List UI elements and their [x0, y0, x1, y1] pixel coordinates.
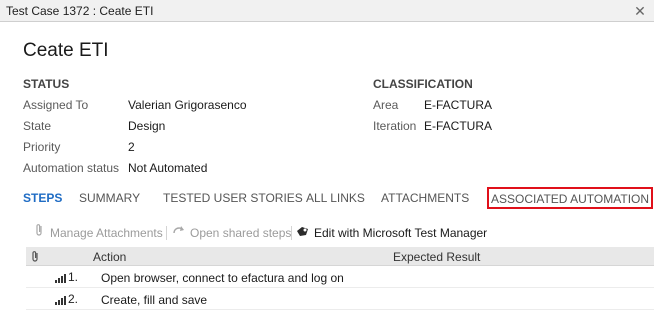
iteration-value[interactable]: E-FACTURA — [424, 119, 492, 133]
step-action[interactable]: Create, fill and save — [101, 293, 207, 307]
step-number: 2. — [68, 292, 79, 306]
shared-steps-icon — [172, 222, 186, 244]
priority-label: Priority — [23, 140, 61, 154]
area-value[interactable]: E-FACTURA — [424, 98, 492, 112]
tab-all-links[interactable]: ALL LINKS — [306, 186, 365, 210]
action-column-header[interactable]: Action — [93, 250, 126, 264]
table-row[interactable]: 1. Open browser, connect to efactura and… — [26, 266, 654, 288]
state-value[interactable]: Design — [128, 119, 165, 133]
page-title[interactable]: Ceate ETI — [23, 40, 109, 62]
window-title: Test Case 1372 : Ceate ETI — [6, 4, 154, 18]
assigned-to-value[interactable]: Valerian Grigorasenco — [128, 98, 247, 112]
tab-summary[interactable]: SUMMARY — [79, 186, 140, 210]
steps-toolbar: Manage Attachments Open shared steps Edi… — [26, 222, 654, 244]
tab-bar: STEPS SUMMARY TESTED USER STORIES ALL LI… — [0, 186, 654, 212]
toolbar-divider — [291, 226, 292, 240]
steps-grid: Action Expected Result 1. Open browser, … — [26, 247, 654, 311]
toolbar-divider — [166, 226, 167, 240]
area-label: Area — [373, 98, 399, 112]
window-titlebar: Test Case 1372 : Ceate ETI ✕ — [0, 0, 654, 22]
tab-tested-user-stories[interactable]: TESTED USER STORIES — [163, 186, 303, 210]
attachment-column-icon — [30, 250, 40, 266]
automation-status-label: Automation status — [23, 161, 120, 175]
manage-attachments-button[interactable]: Manage Attachments — [32, 222, 163, 244]
state-label: State — [23, 119, 52, 133]
priority-value[interactable]: 2 — [128, 140, 135, 154]
manage-attachments-label: Manage Attachments — [50, 226, 163, 240]
step-bars-icon — [55, 272, 67, 283]
open-shared-steps-label: Open shared steps — [190, 226, 292, 240]
status-heading: STATUS — [23, 77, 70, 91]
step-bars-icon — [55, 294, 67, 305]
edit-with-mtm-label: Edit with Microsoft Test Manager — [314, 226, 488, 240]
open-shared-steps-button[interactable]: Open shared steps — [172, 222, 291, 244]
tab-associated-automation[interactable]: ASSOCIATED AUTOMATION — [487, 187, 654, 209]
expected-result-column-header[interactable]: Expected Result — [393, 250, 480, 264]
table-row[interactable]: 2. Create, fill and save — [26, 288, 654, 310]
steps-grid-header: Action Expected Result — [26, 247, 654, 266]
mtm-icon — [296, 222, 310, 244]
automation-status-value: Not Automated — [128, 161, 208, 175]
iteration-label: Iteration — [373, 119, 417, 133]
close-icon[interactable]: ✕ — [632, 3, 648, 19]
classification-heading: CLASSIFICATION — [373, 77, 473, 91]
step-number: 1. — [68, 270, 79, 284]
edit-with-mtm-button[interactable]: Edit with Microsoft Test Manager — [296, 222, 487, 244]
step-action[interactable]: Open browser, connect to efactura and lo… — [101, 271, 344, 285]
assigned-to-label: Assigned To — [23, 98, 89, 112]
tab-attachments[interactable]: ATTACHMENTS — [381, 186, 469, 210]
tab-steps[interactable]: STEPS — [23, 186, 62, 210]
paperclip-icon — [32, 222, 46, 244]
